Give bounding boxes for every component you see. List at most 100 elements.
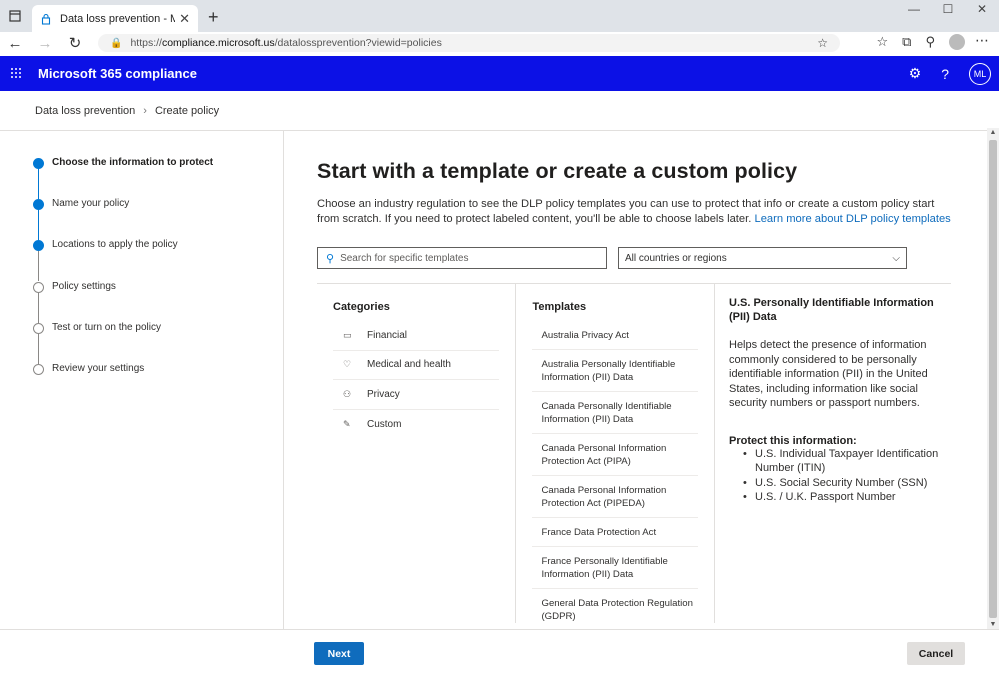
step-indicator-icon	[33, 199, 44, 211]
more-icon[interactable]: ⋯	[975, 32, 989, 49]
tab-title: Data loss prevention - Microsoft	[60, 12, 176, 25]
search-input[interactable]: ⚲ Search for specific templates	[317, 247, 607, 269]
protect-heading: Protect this information:	[729, 434, 857, 447]
chevron-right-icon: ›	[143, 104, 147, 117]
minimize-icon[interactable]: —	[897, 0, 931, 20]
refresh-icon[interactable]: ↻	[60, 34, 90, 52]
categories-heading: Categories	[333, 301, 390, 313]
template-item[interactable]: Australia Personally Identifiable Inform…	[532, 350, 698, 392]
add-favorite-icon[interactable]: ☆	[817, 36, 828, 50]
vertical-scrollbar[interactable]: ▲ ▼	[987, 128, 999, 629]
template-item[interactable]: Canada Personal Information Protection A…	[532, 476, 698, 518]
forward-icon[interactable]: →	[30, 35, 60, 52]
breadcrumb-create-policy: Create policy	[154, 104, 220, 117]
categories-pane: Categories ▭ Financial ♡ Medical and healt…	[317, 284, 517, 623]
window-controls: — ☐ ✕	[897, 0, 999, 20]
category-label: Custom	[367, 419, 402, 431]
browser-toolbar: ← → ↻ 🔒 https://compliance.microsoft.us /…	[0, 32, 999, 54]
country-select-value: All countries or regions	[625, 252, 727, 264]
app-name[interactable]: Microsoft 365 compliance	[38, 66, 197, 81]
breadcrumb-dlp[interactable]: Data loss prevention	[35, 105, 135, 117]
step-label: Policy settings	[52, 280, 116, 292]
url-scheme: https://	[130, 37, 162, 49]
step-review[interactable]: Review your settings	[0, 363, 283, 404]
close-tab-icon[interactable]: ✕	[179, 11, 190, 27]
detail-description: Helps detect the presence of information…	[729, 339, 928, 409]
category-label: Privacy	[367, 388, 400, 400]
browser-tab-bar: Data loss prevention - Microsoft ✕ + — ☐…	[0, 0, 999, 32]
browser-tab[interactable]: Data loss prevention - Microsoft ✕	[32, 5, 198, 32]
search-placeholder: Search for specific templates	[340, 252, 469, 264]
profile-icon[interactable]	[949, 34, 965, 50]
step-label: Locations to apply the policy	[52, 239, 178, 251]
back-icon[interactable]: ←	[0, 35, 30, 52]
new-tab-icon[interactable]: +	[208, 7, 219, 28]
step-policy-settings[interactable]: Policy settings	[0, 280, 283, 323]
step-name-policy[interactable]: Name your policy	[0, 198, 283, 241]
detail-title: U.S. Personally Identifiable Information…	[729, 297, 934, 323]
templates-heading: Templates	[532, 301, 587, 313]
category-label: Medical and health	[367, 359, 451, 371]
lock-favicon-icon	[41, 13, 51, 25]
chevron-down-icon: ⌵	[892, 252, 900, 264]
protect-list: U.S. Individual Taxpayer Identification …	[743, 447, 951, 505]
country-region-dropdown[interactable]: All countries or regions ⌵	[618, 247, 907, 269]
pencil-icon: ✎	[343, 419, 351, 430]
extensions-icon[interactable]: ⚲	[925, 34, 935, 50]
privacy-icon: ⚇	[343, 388, 352, 399]
heart-icon: ♡	[343, 359, 352, 370]
scrollbar-thumb[interactable]	[989, 140, 997, 618]
scroll-down-icon[interactable]: ▼	[987, 621, 999, 628]
scroll-up-icon[interactable]: ▲	[987, 129, 999, 136]
template-item[interactable]: General Data Protection Regulation (GDPR…	[532, 589, 698, 623]
page-title: Start with a template or create a custom…	[317, 159, 798, 183]
filters: ⚲ Search for specific templates All coun…	[317, 247, 999, 269]
avatar[interactable]: ML	[969, 62, 991, 85]
help-icon[interactable]: ?	[941, 66, 949, 82]
maximize-icon[interactable]: ☐	[931, 0, 965, 20]
step-indicator-icon	[33, 240, 44, 252]
category-custom[interactable]: ✎ Custom	[333, 410, 499, 440]
template-detail-pane: U.S. Personally Identifiable Information…	[715, 284, 951, 623]
close-window-icon[interactable]: ✕	[965, 0, 999, 20]
step-label: Review your settings	[52, 362, 145, 374]
category-privacy[interactable]: ⚇ Privacy	[333, 380, 500, 410]
template-item[interactable]: Canada Personal Information Protection A…	[532, 434, 698, 476]
category-label: Financial	[367, 329, 408, 341]
step-indicator-icon	[33, 281, 44, 293]
step-label: Name your policy	[52, 198, 130, 210]
settings-gear-icon[interactable]: ⚙	[909, 65, 922, 82]
cancel-button[interactable]: Cancel	[907, 642, 965, 665]
header-actions: ⚙ ? ML	[909, 56, 991, 91]
url-host: compliance.microsoft.us	[161, 37, 275, 49]
tab-actions-icon[interactable]	[0, 0, 30, 32]
breadcrumb: Data loss prevention › Create policy	[0, 91, 999, 131]
learn-more-link[interactable]: Learn more about DLP policy templates	[754, 213, 950, 225]
template-item[interactable]: Canada Personally Identifiable Informati…	[532, 392, 698, 434]
collections-icon[interactable]: ⧉	[902, 34, 911, 50]
step-choose-info[interactable]: Choose the information to protect	[0, 157, 283, 199]
favorites-icon[interactable]: ☆	[877, 34, 889, 50]
protect-item: U.S. / U.K. Passport Number	[743, 490, 951, 505]
step-indicator-icon	[33, 363, 44, 375]
step-locations[interactable]: Locations to apply the policy	[0, 239, 283, 282]
lock-icon: 🔒	[110, 37, 123, 49]
step-test-policy[interactable]: Test or turn on the policy	[0, 321, 283, 364]
next-button[interactable]: Next	[314, 642, 364, 665]
address-bar[interactable]: 🔒 https://compliance.microsoft.us/datalo…	[98, 34, 840, 52]
app-launcher-icon[interactable]	[0, 66, 32, 82]
template-item[interactable]: Australia Privacy Act	[532, 321, 698, 350]
template-item[interactable]: France Data Protection Act	[532, 518, 698, 547]
financial-icon: ▭	[343, 329, 352, 340]
step-label: Test or turn on the policy	[52, 321, 161, 333]
browser-extension-icons: ☆ ⧉ ⚲	[877, 34, 965, 50]
step-label: Choose the information to protect	[52, 157, 214, 168]
template-item[interactable]: France Personally Identifiable Informati…	[532, 547, 698, 589]
category-medical[interactable]: ♡ Medical and health	[333, 351, 500, 381]
category-financial[interactable]: ▭ Financial	[333, 321, 500, 351]
wizard-body: Choose the information to protect Name y…	[0, 131, 999, 632]
app-header: Microsoft 365 compliance ⚙ ? ML	[0, 56, 999, 91]
search-icon: ⚲	[326, 252, 335, 265]
templates-pane: Templates Australia Privacy Act Australi…	[516, 284, 715, 623]
wizard-steps: Choose the information to protect Name y…	[0, 131, 284, 632]
